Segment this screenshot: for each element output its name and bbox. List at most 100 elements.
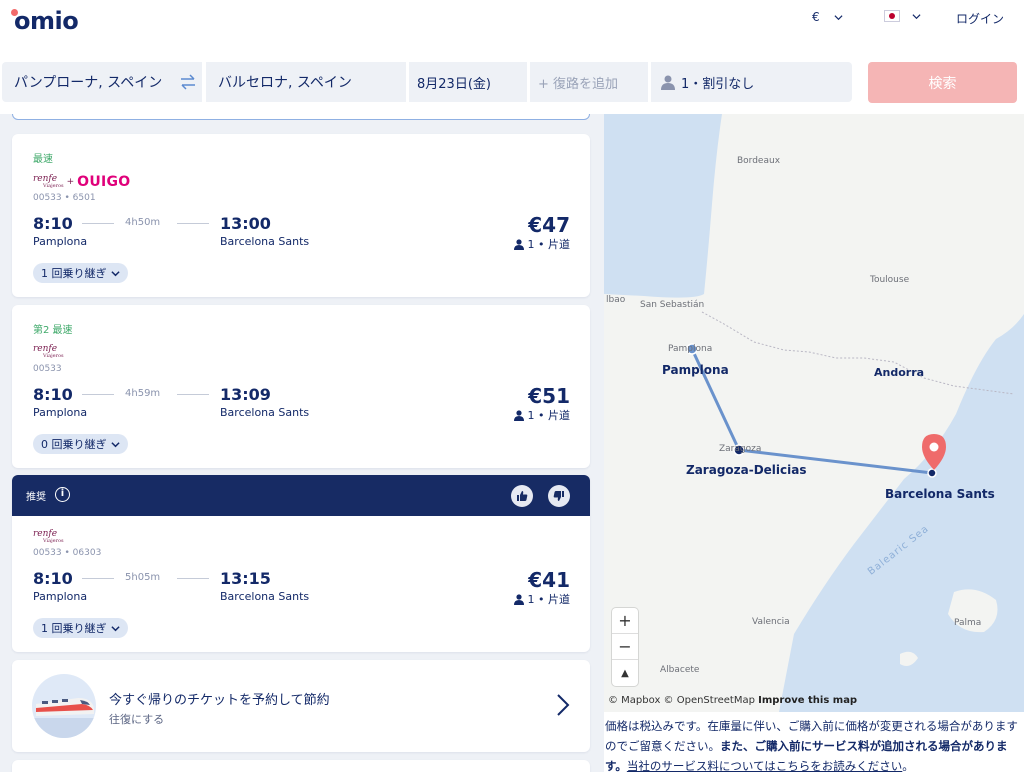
passenger-info: 1 • 片道 [513,591,570,607]
duration-line [177,223,209,224]
train-codes: 00533 • 06303 [33,548,102,558]
return-ticket-promo[interactable]: 今すぐ帰りのチケットを予約して節約 往復にする [12,660,590,752]
transfers-toggle[interactable]: 0 回乗り継ぎ [33,434,128,454]
person-icon [513,593,524,605]
thumbs-down-icon[interactable] [548,485,570,507]
map-city-pamplona: Pamplona [662,363,729,377]
chevron-down-icon [110,270,120,276]
zoom-in-button[interactable]: + [612,608,638,634]
promo-title: 今すぐ帰りのチケットを予約して節約 [109,693,330,708]
map-city-zaragoza: Zaragoza-Delicias [686,463,807,477]
arrival-station: Barcelona Sants [220,406,310,419]
thumbs-up-icon[interactable] [511,485,533,507]
recommended-journey-card[interactable]: 推奨 i renfe Viajeros 00533 • 06303 8:10 5h… [12,475,590,652]
map-label-valencia: Valencia [752,617,790,627]
plus-sign: + [66,177,75,187]
arrival-station: Barcelona Sants [220,235,310,248]
swap-icon[interactable] [179,72,197,92]
carrier-logos: renfe Viajeros + OUIGO [33,174,131,190]
login-link[interactable]: ログイン [956,10,1004,27]
renfe-logo: renfe Viajeros [33,344,64,359]
arrival-station: Barcelona Sants [220,590,310,603]
price-note: 価格は税込みです。在庫量に伴い、ご購入前に価格が変更される場合がありますのでご留… [604,712,1024,772]
departure-station: Pamplona [33,406,88,419]
duration-line [82,578,114,579]
arrival-time: 13:15 [220,569,271,588]
second-fastest-tag: 第2 最速 [33,325,73,336]
map-label-albacete: Albacete [660,665,700,675]
passenger-info: 1 • 片道 [513,236,570,252]
add-return-field[interactable]: + 復路を追加 [530,62,648,102]
departure-time: 8:10 [33,385,73,404]
departure-time: 8:10 [33,569,73,588]
destination-field[interactable]: バルセロナ, スペイン [206,62,406,102]
person-icon [513,409,524,421]
price: €47 [528,213,570,237]
transfers-toggle[interactable]: 1 回乗り継ぎ [33,618,128,638]
map-label-palma: Palma [954,618,982,628]
currency-label: € [812,10,820,24]
map-label-bordeaux: Bordeaux [737,156,781,166]
service-fee-link[interactable]: 当社のサービス料についてはこちらをお読みください [627,759,902,772]
route-map[interactable]: Bordeaux Toulouse lbao San Sebastián Pam… [604,114,1024,712]
promo-subtitle: 往復にする [109,713,165,726]
renfe-logo: renfe Viajeros [33,529,64,544]
chevron-right-icon[interactable] [556,693,570,717]
duration: 4h59m [125,388,161,399]
recommended-bar: 推奨 i [12,475,590,516]
duration: 4h50m [125,217,161,228]
fastest-tag: 最速 [33,154,53,165]
person-icon [513,238,524,250]
person-icon [661,75,675,90]
duration: 5h05m [125,572,161,583]
passenger-field[interactable]: 1・割引なし [651,62,852,102]
map-label-bilbao: lbao [606,295,626,305]
arrival-time: 13:00 [220,214,271,233]
destination-value: バルセロナ, スペイン [218,75,352,91]
passenger-info: 1 • 片道 [513,407,570,423]
map-label-pamplona-small: Pamplona [668,344,713,354]
search-button[interactable]: 検索 [868,62,1017,103]
map-label-san-sebastian: San Sebastián [640,300,705,310]
passenger-value: 1・割引なし [681,76,755,92]
info-icon[interactable]: i [55,487,70,502]
duration-line [177,394,209,395]
price: €41 [528,568,570,592]
duration-line [177,578,209,579]
journey-card[interactable]: 最速 renfe Viajeros + OUIGO 00533 • 6501 8:… [12,134,590,297]
next-card-edge [12,760,590,772]
train-codes: 00533 • 6501 [33,193,96,203]
language-selector[interactable] [884,10,921,22]
duration-line [82,223,114,224]
transfers-toggle[interactable]: 1 回乗り継ぎ [33,263,128,283]
results-list: 最速 renfe Viajeros + OUIGO 00533 • 6501 8:… [0,114,604,772]
chevron-down-icon [912,13,921,19]
date-field[interactable]: 8月23日(金) [409,62,527,102]
train-codes: 00533 [33,364,62,374]
map-label-zaragoza-small: Zaragoza [719,444,762,454]
origin-field[interactable]: パンプローナ, スペイン [2,62,202,102]
departure-station: Pamplona [33,235,88,248]
improve-map-link[interactable]: Improve this map [758,695,857,706]
japan-flag-icon [884,10,900,22]
omio-logo[interactable]: omio [11,7,79,35]
departure-station: Pamplona [33,590,88,603]
map-label-toulouse: Toulouse [870,275,910,285]
recommended-label: 推奨 [26,492,46,503]
duration-line [82,394,114,395]
map-attribution: © Mapbox © OpenStreetMap Improve this ma… [608,695,857,706]
osm-attribution[interactable]: © OpenStreetMap [664,695,755,706]
currency-selector[interactable]: € [812,10,843,24]
journey-card[interactable]: 第2 最速 renfe Viajeros 00533 8:10 4h59m 13:… [12,305,590,468]
chevron-down-icon [834,14,843,20]
previous-card-edge [12,114,590,120]
zoom-out-button[interactable]: − [612,634,638,660]
carrier-logos: renfe Viajeros [33,345,64,359]
train-illustration [32,674,96,738]
search-bar: パンプローナ, スペイン バルセロナ, スペイン 8月23日(金) + 復路を追… [0,50,1024,114]
compass-button[interactable]: ▲ [612,660,638,686]
logo-dot [11,9,18,16]
add-return-label: + 復路を追加 [538,76,619,92]
mapbox-attribution[interactable]: © Mapbox [608,695,660,706]
map-city-andorra: Andorra [874,366,925,379]
